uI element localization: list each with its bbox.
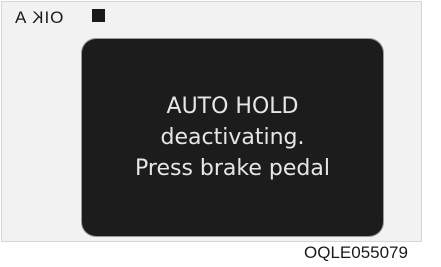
illustration-panel: OIK A AUTO HOLD deactivating. Press brak… xyxy=(1,1,422,242)
display-message-line-1: AUTO HOLD xyxy=(166,94,299,119)
type-label-text: OIK A xyxy=(14,8,64,27)
type-label: OIK A xyxy=(14,8,63,28)
display-message-line-2: deactivating. xyxy=(160,125,305,150)
page: OIK A AUTO HOLD deactivating. Press brak… xyxy=(0,0,441,267)
square-marker-icon xyxy=(92,9,105,22)
figure-code: OQLE055079 xyxy=(304,243,408,262)
cluster-display: AUTO HOLD deactivating. Press brake peda… xyxy=(82,39,383,236)
display-message-line-3: Press brake pedal xyxy=(135,156,330,181)
